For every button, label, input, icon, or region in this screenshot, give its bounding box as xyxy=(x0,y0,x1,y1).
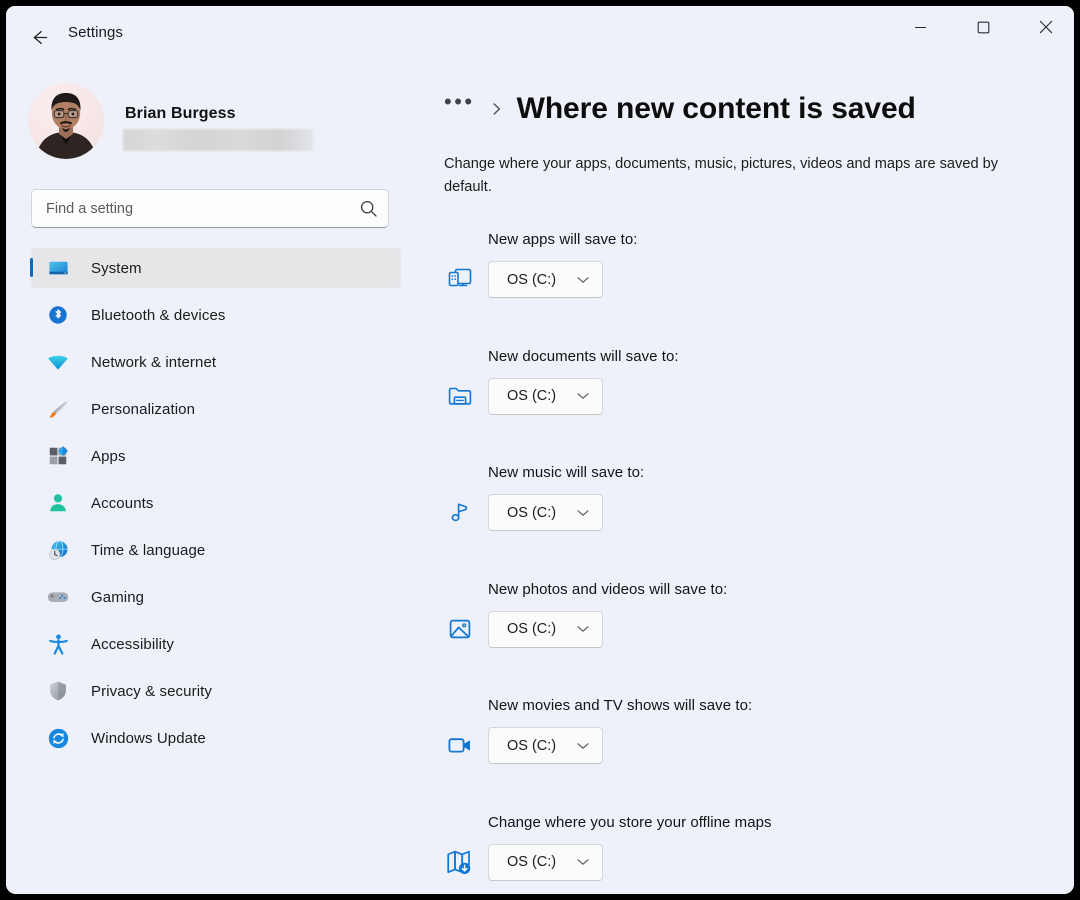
sidebar: Brian Burgess xyxy=(6,68,426,894)
sidebar-item-label: Windows Update xyxy=(91,730,206,747)
setting-label: New documents will save to: xyxy=(488,348,679,365)
movies-tv-save-location-dropdown[interactable]: OS (C:) xyxy=(488,727,603,764)
breadcrumb-overflow-button[interactable]: ••• xyxy=(444,91,475,113)
gamepad-icon xyxy=(44,585,72,609)
close-icon xyxy=(1039,20,1053,34)
sidebar-item-personalization[interactable]: Personalization xyxy=(31,389,401,429)
setting-row: New movies and TV shows will save to: OS… xyxy=(426,697,1074,814)
sidebar-item-accessibility[interactable]: Accessibility xyxy=(31,624,401,664)
app-window-icon xyxy=(444,263,476,295)
sidebar-item-time-language[interactable]: Time & language xyxy=(31,530,401,570)
search-input[interactable] xyxy=(32,201,348,217)
sidebar-item-label: System xyxy=(91,260,142,277)
title-bar: Settings xyxy=(6,6,1074,68)
apps-grid-icon xyxy=(44,445,72,467)
video-camera-icon xyxy=(444,729,476,761)
accessibility-icon xyxy=(44,633,72,656)
app-title: Settings xyxy=(68,24,123,41)
sidebar-item-label: Time & language xyxy=(91,542,205,559)
setting-row: Change where you store your offline maps… xyxy=(426,814,1074,895)
sidebar-item-label: Bluetooth & devices xyxy=(91,307,225,324)
dropdown-value: OS (C:) xyxy=(507,738,556,754)
photos-videos-save-location-dropdown[interactable]: OS (C:) xyxy=(488,611,603,648)
sidebar-item-accounts[interactable]: Accounts xyxy=(31,483,401,523)
close-button[interactable] xyxy=(1023,6,1069,48)
sidebar-item-label: Accounts xyxy=(91,495,154,512)
sidebar-item-label: Personalization xyxy=(91,401,195,418)
dropdown-value: OS (C:) xyxy=(507,388,556,404)
chevron-down-icon xyxy=(577,509,589,517)
shield-icon xyxy=(44,680,72,702)
sidebar-item-label: Gaming xyxy=(91,589,144,606)
paintbrush-icon xyxy=(44,398,72,421)
dropdown-value: OS (C:) xyxy=(507,854,556,870)
sidebar-item-network-internet[interactable]: Network & internet xyxy=(31,342,401,382)
monitor-icon xyxy=(44,257,72,280)
chevron-down-icon xyxy=(577,625,589,633)
search-box[interactable] xyxy=(31,189,389,228)
dropdown-value: OS (C:) xyxy=(507,272,556,288)
sidebar-item-label: Privacy & security xyxy=(91,683,212,700)
settings-window: Settings xyxy=(6,6,1074,894)
music-note-icon xyxy=(444,496,476,528)
sidebar-item-privacy-security[interactable]: Privacy & security xyxy=(31,671,401,711)
apps-save-location-dropdown[interactable]: OS (C:) xyxy=(488,261,603,298)
minimize-icon xyxy=(914,21,927,34)
avatar xyxy=(28,83,104,159)
dropdown-value: OS (C:) xyxy=(507,505,556,521)
profile-email-redacted xyxy=(123,129,313,151)
user-profile[interactable]: Brian Burgess xyxy=(28,83,388,161)
profile-name: Brian Burgess xyxy=(125,105,236,123)
sidebar-item-gaming[interactable]: Gaming xyxy=(31,577,401,617)
breadcrumb: ••• Where new content is saved xyxy=(444,86,916,132)
search-button[interactable] xyxy=(348,199,388,218)
main-content: ••• Where new content is saved Change wh… xyxy=(426,68,1074,894)
sidebar-item-system[interactable]: System xyxy=(31,248,401,288)
map-download-icon xyxy=(444,846,476,878)
page-title: Where new content is saved xyxy=(517,92,916,126)
maximize-button[interactable] xyxy=(960,6,1006,48)
page-description: Change where your apps, documents, music… xyxy=(444,153,1040,199)
offline-maps-save-location-dropdown[interactable]: OS (C:) xyxy=(488,844,603,881)
person-icon xyxy=(44,492,72,514)
documents-save-location-dropdown[interactable]: OS (C:) xyxy=(488,378,603,415)
setting-label: Change where you store your offline maps xyxy=(488,814,772,831)
bluetooth-icon xyxy=(44,304,72,326)
sidebar-item-apps[interactable]: Apps xyxy=(31,436,401,476)
sidebar-item-bluetooth-devices[interactable]: Bluetooth & devices xyxy=(31,295,401,335)
setting-row: New music will save to: OS (C:) xyxy=(426,464,1074,581)
music-save-location-dropdown[interactable]: OS (C:) xyxy=(488,494,603,531)
search-icon xyxy=(359,199,378,218)
chevron-right-icon xyxy=(490,101,504,117)
setting-row: New apps will save to: OS (C:) xyxy=(426,231,1074,348)
dropdown-value: OS (C:) xyxy=(507,621,556,637)
chevron-down-icon xyxy=(577,742,589,750)
sidebar-item-label: Apps xyxy=(91,448,126,465)
setting-label: New apps will save to: xyxy=(488,231,638,248)
wifi-icon xyxy=(44,350,72,374)
setting-label: New music will save to: xyxy=(488,464,644,481)
chevron-down-icon xyxy=(577,276,589,284)
globe-clock-icon xyxy=(44,539,72,562)
sidebar-item-windows-update[interactable]: Windows Update xyxy=(31,718,401,758)
minimize-button[interactable] xyxy=(897,6,943,48)
update-sync-icon xyxy=(44,727,72,750)
chevron-down-icon xyxy=(577,858,589,866)
setting-label: New movies and TV shows will save to: xyxy=(488,697,752,714)
settings-rows: New apps will save to: OS (C:) xyxy=(426,231,1074,894)
folder-icon xyxy=(444,380,476,412)
maximize-icon xyxy=(977,21,990,34)
setting-row: New photos and videos will save to: OS (… xyxy=(426,581,1074,698)
back-button[interactable] xyxy=(19,18,59,56)
sidebar-item-label: Accessibility xyxy=(91,636,174,653)
avatar-photo xyxy=(28,83,104,159)
setting-label: New photos and videos will save to: xyxy=(488,581,727,598)
sidebar-item-label: Network & internet xyxy=(91,354,216,371)
setting-row: New documents will save to: OS (C:) xyxy=(426,348,1074,465)
chevron-down-icon xyxy=(577,392,589,400)
picture-icon xyxy=(444,613,476,645)
navigation-list: System Bluetooth & devices xyxy=(6,248,426,765)
